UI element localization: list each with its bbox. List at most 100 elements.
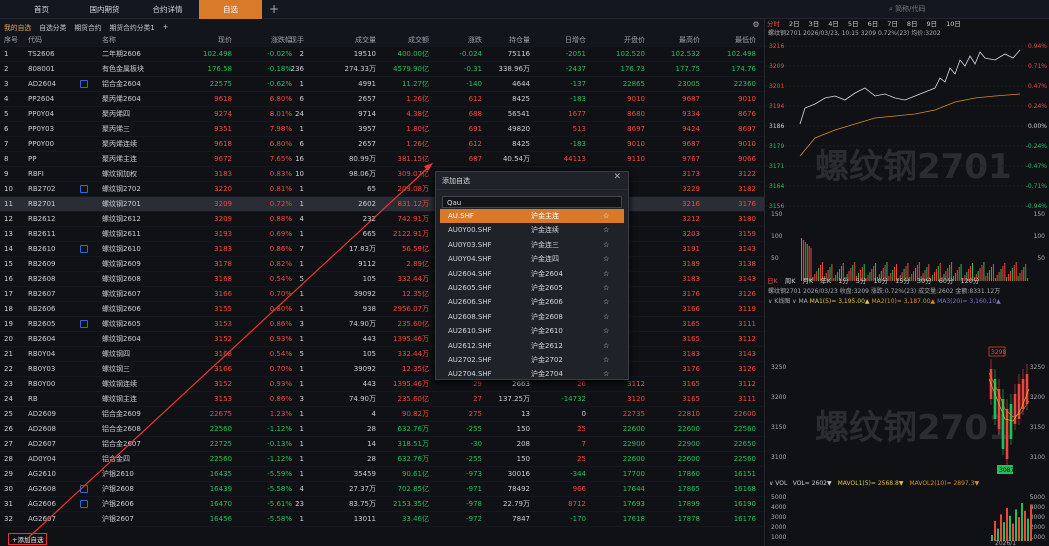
column-header[interactable]: 持仓量 bbox=[480, 34, 530, 47]
column-header[interactable]: 开盘价 bbox=[585, 34, 645, 47]
add-tab-button[interactable]: + bbox=[262, 0, 286, 19]
dialog-result-item[interactable]: AU.SHF 沪金主连 ☆ bbox=[440, 209, 624, 224]
column-header[interactable]: 代码 bbox=[28, 34, 98, 47]
column-header[interactable]: 日增仓 bbox=[530, 34, 586, 47]
kline-tab[interactable]: 60分 bbox=[939, 276, 954, 286]
table-row[interactable]: 28 AD0Y04 铝合金四 22560 -1.12% 1 28 632.76万 -255 150… bbox=[0, 452, 764, 467]
star-icon[interactable]: ☆ bbox=[603, 339, 609, 353]
star-icon[interactable]: ☆ bbox=[603, 238, 609, 252]
dialog-result-item[interactable]: AU2605.SHF 沪金2605 ☆ bbox=[440, 281, 624, 295]
star-icon[interactable]: ☆ bbox=[603, 223, 609, 237]
dialog-result-item[interactable]: AU0Y04.SHF 沪金连四 ☆ bbox=[440, 252, 624, 266]
star-icon[interactable]: ☆ bbox=[603, 324, 609, 338]
kline-tab[interactable]: 120分 bbox=[960, 276, 979, 286]
table-row[interactable]: 5 PP0Y04 聚丙烯四 9274 8.01% 24 9714 4.38亿 688 56541 1… bbox=[0, 107, 764, 122]
dialog-result-item[interactable]: AU2610.SHF 沪金2610 ☆ bbox=[440, 324, 624, 338]
time-tab[interactable]: 5日 bbox=[848, 19, 859, 29]
star-icon[interactable]: ☆ bbox=[603, 281, 609, 295]
ma-label[interactable]: ∨ K线图 ∨ MA bbox=[768, 298, 808, 305]
time-tab[interactable]: 8日 bbox=[907, 19, 918, 29]
star-icon[interactable]: ☆ bbox=[603, 252, 609, 266]
table-row[interactable]: 18 RB2606 螺纹钢2606 3155 0.80% 1 938 2956.07万 3166… bbox=[0, 302, 764, 317]
table-row[interactable]: 13 RB2611 螺纹钢2611 3193 0.69% 1 665 2122.91万 3203… bbox=[0, 227, 764, 242]
subtab-category[interactable]: 自选分类 bbox=[39, 22, 66, 32]
kline-tab[interactable]: 年K bbox=[820, 276, 831, 286]
settings-icon[interactable]: ⚙ bbox=[750, 20, 762, 29]
dialog-result-item[interactable]: AU2606.SHF 沪金2606 ☆ bbox=[440, 295, 624, 309]
dialog-result-item[interactable]: AU2608.SHF 沪金2608 ☆ bbox=[440, 310, 624, 324]
table-row[interactable]: 30 AG2608 沪银2608 16439 -5.58% 4 27.37万 702.85亿 -… bbox=[0, 482, 764, 497]
table-row[interactable]: 24 RB 螺纹钢主连 3153 0.86% 3 74.90万 235.60亿 27 137.25… bbox=[0, 392, 764, 407]
note-icon[interactable] bbox=[80, 245, 88, 253]
table-row[interactable]: 15 RB2609 螺纹钢2609 3178 0.82% 1 9112 2.89亿 3189 31… bbox=[0, 257, 764, 272]
close-icon[interactable]: ✕ bbox=[613, 172, 621, 182]
star-icon[interactable]: ☆ bbox=[603, 267, 609, 281]
table-row[interactable]: 9 RBFI 螺纹钢加权 3183 0.83% 10 98.06万 309.07亿 3173 31… bbox=[0, 167, 764, 182]
subtab-futures[interactable]: 期货合约 bbox=[74, 22, 101, 32]
table-row[interactable]: 23 RB0Y00 螺纹钢连续 3152 0.93% 1 443 1395.46万 29 2663… bbox=[0, 377, 764, 392]
kline-tab[interactable]: 1分 bbox=[838, 276, 849, 286]
star-icon[interactable]: ☆ bbox=[603, 295, 609, 309]
dialog-result-item[interactable]: AU2604.SHF 沪金2604 ☆ bbox=[440, 267, 624, 281]
tab-contract-detail[interactable]: 合约详情 bbox=[136, 0, 199, 19]
column-header[interactable]: 现价 bbox=[172, 34, 232, 47]
table-row[interactable]: 12 RB2612 螺纹钢2612 3209 0.88% 4 232 742.91万 3212 3… bbox=[0, 212, 764, 227]
time-tab[interactable]: 10日 bbox=[946, 19, 961, 29]
dialog-result-item[interactable]: AU0Y00.SHF 沪金连续 ☆ bbox=[440, 223, 624, 237]
time-tab[interactable]: 2日 bbox=[789, 19, 800, 29]
time-tab[interactable]: 分时 bbox=[767, 19, 780, 29]
note-icon[interactable] bbox=[80, 80, 88, 88]
table-row[interactable]: 1 TS2606 二年期2606 102.498 -0.02% 2 19510 400.00亿… bbox=[0, 47, 764, 62]
kline-tab[interactable]: 10分 bbox=[873, 276, 888, 286]
subtab-futures-category1[interactable]: 期货合约分类1 bbox=[110, 22, 155, 32]
table-row[interactable]: 29 AG2610 沪银2610 16435 -5.59% 1 35459 90.61亿 -97… bbox=[0, 467, 764, 482]
tab-watchlist[interactable]: 自选 bbox=[199, 0, 262, 19]
table-row[interactable]: 16 RB2608 螺纹钢2608 3168 0.54% 5 105 332.44万 3183 3… bbox=[0, 272, 764, 287]
table-row[interactable]: 7 PP0Y00 聚丙烯连续 9618 6.80% 6 2657 1.26亿 612 8425 -1… bbox=[0, 137, 764, 152]
kline-tab[interactable]: 5分 bbox=[856, 276, 867, 286]
kline-tab[interactable]: 日K bbox=[767, 276, 778, 286]
time-tab[interactable]: 9日 bbox=[926, 19, 937, 29]
subtab-my-watchlist[interactable]: 我的自选 bbox=[4, 22, 31, 32]
table-row[interactable]: 8 PP 聚丙烯主连 9672 7.65% 16 80.99万 381.15亿 687 40.54… bbox=[0, 152, 764, 167]
time-tab[interactable]: 3日 bbox=[809, 19, 820, 29]
table-row[interactable]: 31 AG2606 沪银2606 16470 -5.61% 23 83.75万 2153.35… bbox=[0, 497, 764, 512]
table-row[interactable]: 17 RB2607 螺纹钢2607 3166 0.70% 1 39092 12.35亿 3176… bbox=[0, 287, 764, 302]
kline-tab[interactable]: 周K bbox=[785, 276, 796, 286]
table-row[interactable]: 6 PP0Y03 聚丙烯三 9351 7.98% 1 3957 1.80亿 691 49820 51… bbox=[0, 122, 764, 137]
note-icon[interactable] bbox=[80, 500, 88, 508]
dialog-search-input[interactable]: Qau bbox=[442, 196, 622, 208]
table-row[interactable]: 11 RB2701 螺纹钢2701 3209 0.72% 1 2602 831.12万 3216… bbox=[0, 197, 764, 212]
time-tab[interactable]: 4日 bbox=[828, 19, 839, 29]
search-input[interactable]: ⌕ 简称/代码 bbox=[889, 3, 1039, 16]
column-header[interactable]: 成交额 bbox=[364, 34, 429, 47]
note-icon[interactable] bbox=[80, 185, 88, 193]
note-icon[interactable] bbox=[80, 320, 88, 328]
table-row[interactable]: 26 AD2608 铝合金2608 22560 -1.12% 1 28 632.76万 -255… bbox=[0, 422, 764, 437]
add-watchlist-button[interactable]: +添加自选 bbox=[8, 533, 48, 545]
dialog-result-item[interactable]: AU0Y03.SHF 沪金连三 ☆ bbox=[440, 238, 624, 252]
table-row[interactable]: 32 AG2607 沪银2607 16456 -5.58% 1 13011 33.46亿 -97… bbox=[0, 512, 764, 527]
time-tab[interactable]: 6日 bbox=[868, 19, 879, 29]
table-row[interactable]: 25 AD2609 铝合金2609 22675 1.23% 1 4 90.82万 275 13 0 2… bbox=[0, 407, 764, 422]
dialog-result-item[interactable]: AU2704.SHF 沪金2704 ☆ bbox=[440, 367, 624, 381]
tab-domestic-futures[interactable]: 国内期货 bbox=[73, 0, 136, 19]
add-subtab-button[interactable]: + bbox=[163, 23, 169, 31]
time-tab[interactable]: 7日 bbox=[887, 19, 898, 29]
table-row[interactable]: 20 RB2604 螺纹钢2604 3152 0.93% 1 443 1395.46万 3165… bbox=[0, 332, 764, 347]
column-header[interactable]: 最低价 bbox=[692, 34, 756, 47]
kline-tab[interactable]: 30分 bbox=[917, 276, 932, 286]
tab-home[interactable]: 首页 bbox=[10, 0, 73, 19]
table-row[interactable]: 14 RB2610 螺纹钢2610 3183 0.86% 7 17.83万 56.59亿 319… bbox=[0, 242, 764, 257]
column-header[interactable]: 序号 bbox=[4, 34, 26, 47]
column-header[interactable]: 涨跌 bbox=[432, 34, 482, 47]
table-row[interactable]: 27 AD2607 铝合金2607 22725 -0.13% 1 14 318.51万 -30 2… bbox=[0, 437, 764, 452]
kline-tab[interactable]: 15分 bbox=[895, 276, 910, 286]
note-icon[interactable] bbox=[80, 485, 88, 493]
table-row[interactable]: 2 808001 有色金属板块 176.58 -0.18% 236 274.33万 4579.… bbox=[0, 62, 764, 77]
column-header[interactable]: 名称 bbox=[102, 34, 182, 47]
table-row[interactable]: 22 RB0Y03 螺纹钢三 3166 0.70% 1 39092 12.35亿 3176 312… bbox=[0, 362, 764, 377]
table-row[interactable]: 4 PP2604 聚丙烯2604 9618 6.80% 6 2657 1.26亿 612 8425… bbox=[0, 92, 764, 107]
star-icon[interactable]: ☆ bbox=[603, 353, 609, 367]
column-header[interactable]: 最高价 bbox=[640, 34, 700, 47]
